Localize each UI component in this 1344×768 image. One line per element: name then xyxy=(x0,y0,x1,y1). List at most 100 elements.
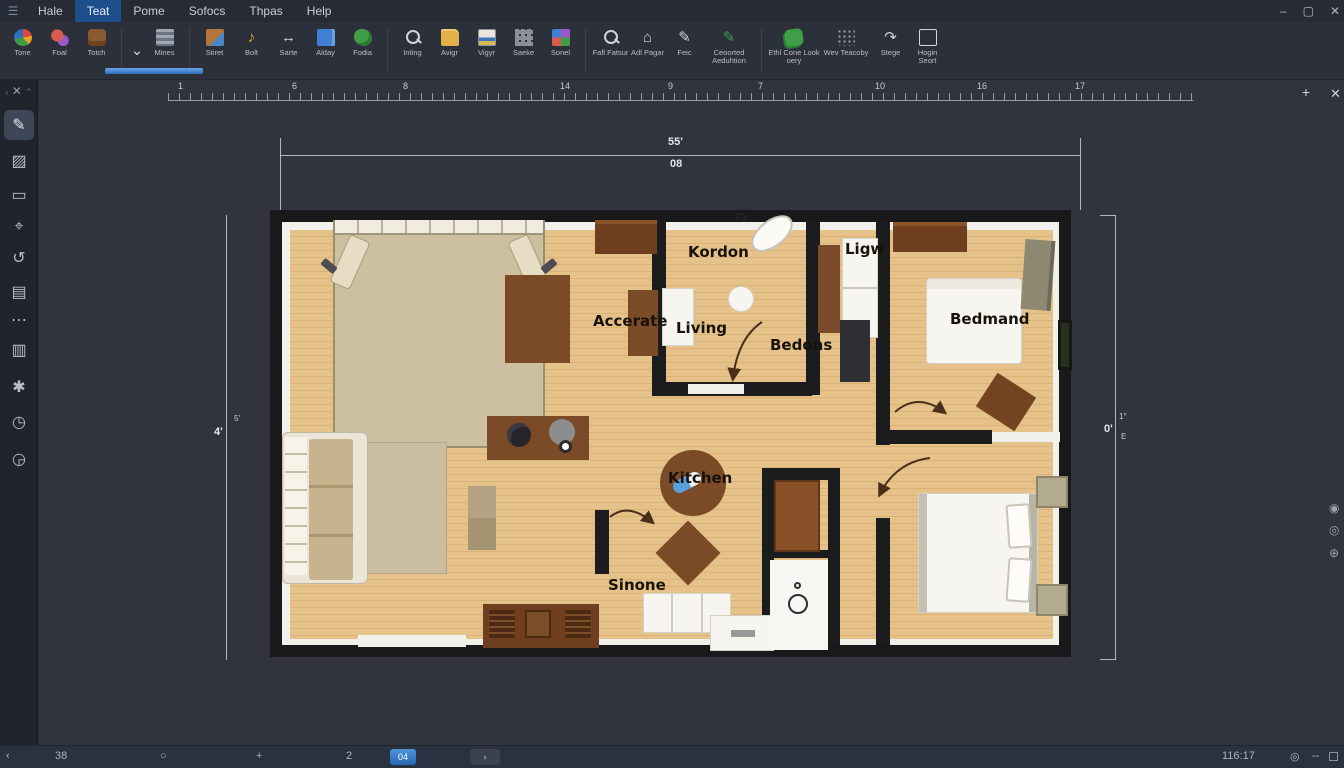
bolt-button[interactable]: ♪ Bolt xyxy=(233,26,270,57)
hogin-seort-button[interactable]: Hogin Seort xyxy=(909,26,946,65)
menu-sofocs[interactable]: Sofocs xyxy=(177,0,238,22)
horizontal-ruler: 1 6 8 14 9 7 10 16 17 xyxy=(168,81,1193,101)
panel-icon-1[interactable]: ◉ xyxy=(1329,501,1339,515)
layers-tool-icon: ▤ xyxy=(11,284,27,301)
status-page-number: 2 xyxy=(346,750,353,762)
ruler-number: 16 xyxy=(977,81,988,91)
pages-tool[interactable]: ▥ xyxy=(4,335,34,365)
status-circle-icon[interactable]: ○ xyxy=(160,750,167,762)
status-window-icon[interactable] xyxy=(1329,752,1338,761)
drawing-canvas[interactable]: 1 6 8 14 9 7 10 16 17 + ✕ ◉ ◎ ⊕ 55' 08 5… xyxy=(38,80,1344,745)
sofa-icon xyxy=(87,29,106,46)
pencil-icon: ✎ xyxy=(678,29,691,46)
foal-button[interactable]: Foal xyxy=(41,26,78,57)
alday-button[interactable]: Alday xyxy=(307,26,344,57)
stege-button[interactable]: ↷ Stege xyxy=(872,26,909,57)
status-back-icon[interactable]: ‹ xyxy=(6,750,10,762)
ceoorted-button[interactable]: ✎ Ceoorted Aeduhtion xyxy=(703,26,755,65)
room-label-living: Living xyxy=(676,319,728,337)
file-icon xyxy=(316,29,335,46)
dropdown-chevron[interactable]: ⌄ xyxy=(128,26,146,59)
lasso-tool[interactable]: ↺ xyxy=(4,243,34,273)
zoom-in-button[interactable]: + xyxy=(1296,84,1316,102)
panel-icon-3[interactable]: ⊕ xyxy=(1329,546,1339,560)
ethl-cone-button[interactable]: Ethl Cone Look oery xyxy=(768,26,820,65)
stiret-button[interactable]: Stiret xyxy=(196,26,233,57)
menu-file[interactable]: Hale xyxy=(26,0,75,22)
layers-tool[interactable]: ▤ xyxy=(4,277,34,307)
room-tool[interactable]: ▭ xyxy=(4,180,34,210)
active-tool-underline xyxy=(105,68,203,74)
magnifier-icon xyxy=(404,29,422,46)
menu-help[interactable]: Help xyxy=(295,0,344,22)
select-tool-icon: ✎ xyxy=(12,117,26,134)
adl-pagar-button[interactable]: ⌂ Adl Pagar xyxy=(629,26,666,57)
magnifier-doc-icon xyxy=(602,29,620,46)
tone-button[interactable]: Tone xyxy=(4,26,41,57)
dimension-line-top xyxy=(280,155,1080,156)
menu-pome[interactable]: Pome xyxy=(121,0,176,22)
dimension-tick xyxy=(1100,659,1116,660)
dimension-tick xyxy=(280,138,281,210)
color-wheel-icon xyxy=(13,29,32,46)
vigyr-button[interactable]: Vigyr xyxy=(468,26,505,57)
mines-button[interactable]: Mines xyxy=(146,26,183,57)
status-page-badge[interactable]: 04 xyxy=(390,749,416,765)
status-target-icon[interactable]: ◎ xyxy=(1290,750,1300,763)
dimension-value-left: 4' xyxy=(214,426,223,438)
close-button[interactable]: ✕ xyxy=(1330,4,1340,18)
back-icon[interactable]: ‹ xyxy=(5,87,8,97)
select-tool[interactable]: ✎ xyxy=(4,110,34,140)
maximize-button[interactable]: ▢ xyxy=(1303,4,1314,18)
history-tool[interactable]: ◷ xyxy=(4,407,34,437)
status-plus-icon[interactable]: + xyxy=(256,750,262,762)
time-tool[interactable]: ◶ xyxy=(4,444,34,474)
sarte-button[interactable]: ↔ Sarte xyxy=(270,26,307,57)
avigr-button[interactable]: Avigr xyxy=(431,26,468,57)
measure-tool[interactable]: ⌖ xyxy=(4,212,34,242)
ruler-number: 1 xyxy=(178,81,184,91)
panel-icon-2[interactable]: ◎ xyxy=(1329,523,1339,537)
chevron-down-icon: ⌄ xyxy=(130,42,144,59)
feic-button[interactable]: ✎ Feic xyxy=(666,26,703,57)
menu-thpas[interactable]: Thpas xyxy=(237,0,294,22)
hamburger-icon[interactable]: ☰ xyxy=(0,4,26,18)
fafl-fatsur-button[interactable]: Fafl Fatsur xyxy=(592,26,629,57)
wall-tool-icon: ▨ xyxy=(11,153,27,170)
close-panel-icon[interactable]: ✕ xyxy=(12,84,22,98)
status-dashes: -- xyxy=(1312,750,1320,762)
caret-icon[interactable]: ⌃ xyxy=(25,87,33,97)
sonel-button[interactable]: Sonel xyxy=(542,26,579,57)
status-next-badge[interactable]: › xyxy=(470,749,500,765)
dimension-tick xyxy=(1080,138,1081,210)
fodia-button[interactable]: Fodia xyxy=(344,26,381,57)
totch-button[interactable]: Totch xyxy=(78,26,115,57)
toolbar-separator xyxy=(387,28,388,72)
menu-edit-active[interactable]: Teat xyxy=(74,0,122,22)
canvas-close-icon[interactable]: ✕ xyxy=(1330,86,1341,102)
floor-plan[interactable]: Kordon Accerate Living Ligw Bedons Bedma… xyxy=(270,208,1072,657)
room-label-kitchen: Kitchen xyxy=(668,469,733,487)
minimize-button[interactable]: – xyxy=(1280,4,1287,18)
door-swing-arcs xyxy=(609,321,948,525)
dimension-tick xyxy=(1100,215,1116,216)
more-tools[interactable]: ⋯ xyxy=(4,305,34,335)
ruler-number: 10 xyxy=(875,81,886,91)
settings-tool[interactable]: ✱ xyxy=(4,372,34,402)
title-bar: ☰ Hale Teat Pome Sofocs Thpas Help – ▢ ✕ xyxy=(0,0,1344,22)
wall-tool[interactable]: ▨ xyxy=(4,146,34,176)
plant-icon xyxy=(353,29,372,46)
tool-sidebar: ‹ ✕ ⌃ ✎ ▨ ▭ ⌖ ↺ ▤ ⋯ ▥ ✱ ◷ ◶ xyxy=(0,80,38,745)
room-label-sinone: Sinone xyxy=(608,576,666,594)
wev-teacoby-button[interactable]: Wev Teacoby xyxy=(820,26,872,57)
inting-button[interactable]: Inting xyxy=(394,26,431,57)
dimension-sub-left: 5' xyxy=(234,414,240,423)
saeke-button[interactable]: Saeke xyxy=(505,26,542,57)
rotate-arrow-icon: ↷ xyxy=(884,29,897,46)
history-tool-icon: ◷ xyxy=(12,414,26,431)
marker-green-icon: ✎ xyxy=(722,29,736,46)
toolbar-separator xyxy=(189,28,190,72)
toolbar-separator xyxy=(761,28,762,72)
pages-tool-icon: ▥ xyxy=(11,342,27,359)
room-label-bedmand: Bedmand xyxy=(950,310,1030,328)
